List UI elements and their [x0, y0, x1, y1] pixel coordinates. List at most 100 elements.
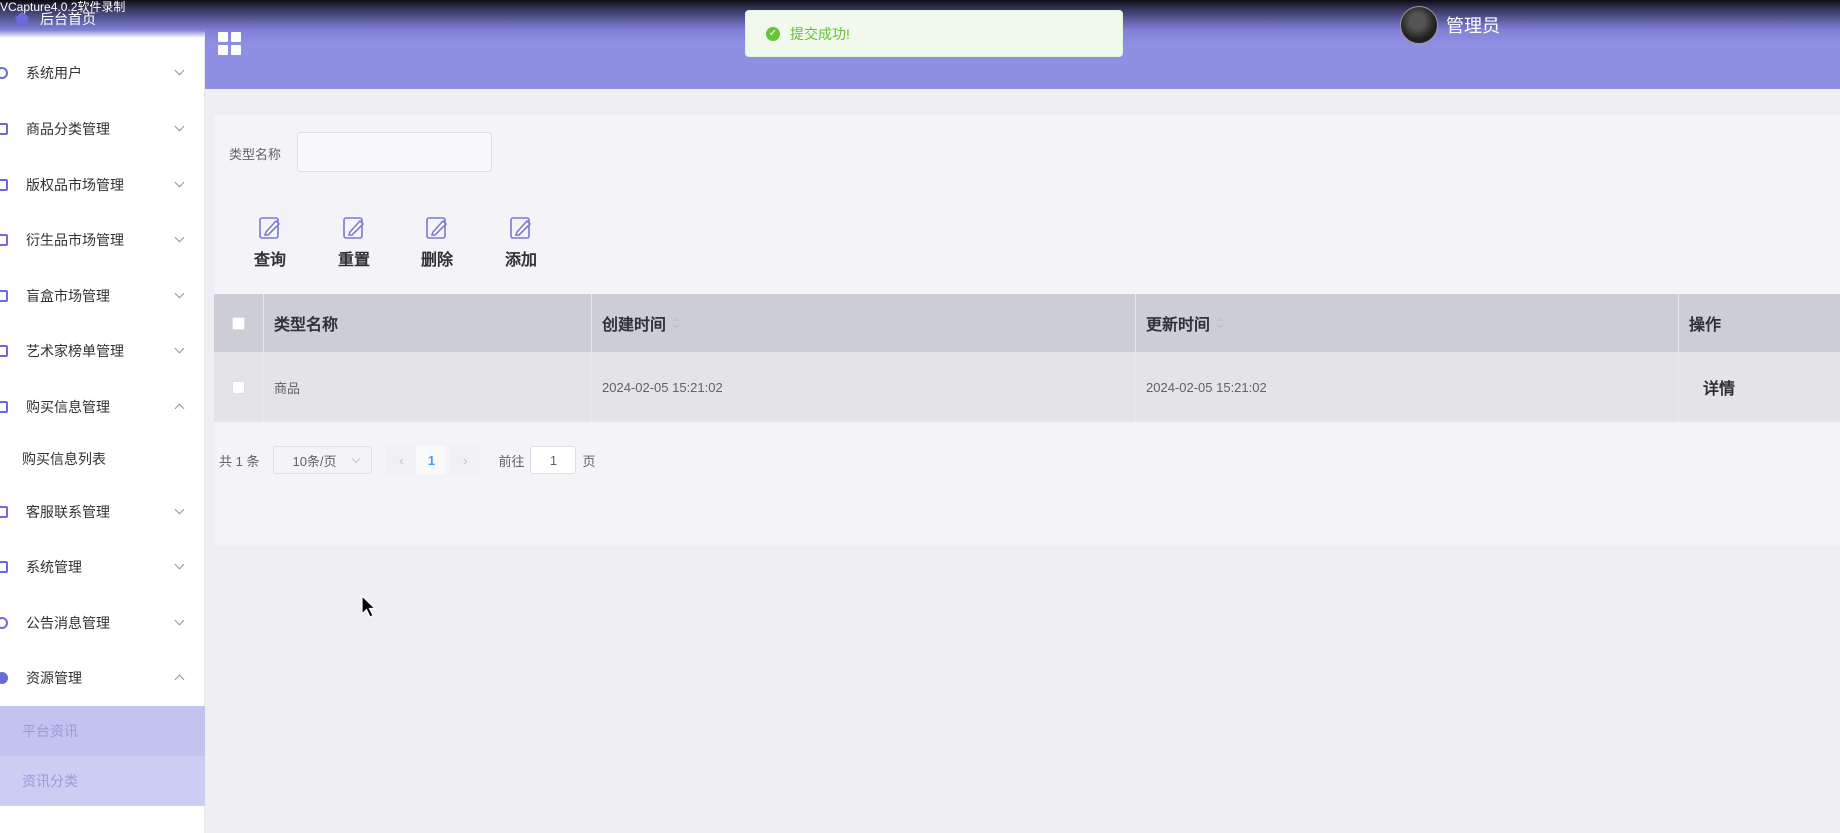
folder-icon — [0, 290, 8, 302]
goto-label: 前往 — [498, 453, 525, 469]
sort-icon[interactable] — [1216, 317, 1225, 329]
folder-icon — [0, 345, 8, 357]
admin-name: 管理员 — [1446, 16, 1500, 36]
cell-type-name: 商品 — [264, 352, 592, 422]
folder-icon — [0, 401, 8, 413]
select-all-cell — [214, 294, 264, 352]
toast-message: 提交成功! — [790, 25, 850, 42]
sidebar-item-label: 盲盒市场管理 — [26, 288, 110, 304]
add-button[interactable]: 添加 — [496, 216, 546, 269]
goto-page-input[interactable]: 1 — [530, 446, 577, 474]
chevron-up-icon — [174, 403, 185, 414]
menu-grid-icon[interactable] — [218, 32, 242, 56]
sidebar: 后台首页 系统用户 商品分类管理 版权品市场管理 衍生品市场管理 盲盒市场管理 … — [0, 0, 205, 833]
recorder-watermark: VCapture4.0.2软件录制 — [0, 0, 126, 14]
sidebar-item-label: 资讯分类 — [22, 773, 78, 789]
prev-page-button[interactable]: ‹ — [386, 446, 417, 474]
column-header-label: 更新时间 — [1146, 317, 1211, 334]
pagination: 共 1 条 10条/页 ‹ 1 › 前往 1 页 — [219, 446, 596, 474]
table-header: 类型名称 创建时间 更新时间 操作 — [214, 294, 1840, 352]
bulb-icon — [0, 672, 8, 684]
sidebar-item-resources[interactable]: 资源管理 — [0, 658, 205, 698]
sidebar-item-label: 艺术家榜单管理 — [26, 343, 124, 359]
mouse-cursor-icon — [361, 595, 377, 618]
edit-icon — [426, 217, 448, 239]
info-icon — [0, 617, 8, 629]
edit-icon — [259, 217, 281, 239]
page-size-value: 10条/页 — [292, 453, 337, 469]
sidebar-item-system-management[interactable]: 系统管理 — [0, 547, 205, 587]
chevron-down-icon — [174, 232, 185, 243]
sidebar-subitem-news-category[interactable]: 资讯分类 — [0, 756, 205, 806]
column-header-label: 创建时间 — [602, 317, 667, 334]
sidebar-item-label: 购买信息管理 — [26, 399, 110, 415]
user-menu[interactable]: 管理员 — [1400, 6, 1500, 44]
sidebar-item-label: 版权品市场管理 — [26, 177, 124, 193]
detail-button[interactable]: 详情 — [1703, 375, 1735, 399]
query-label: 查询 — [253, 252, 286, 269]
sidebar-item-blindbox-market[interactable]: 盲盒市场管理 — [0, 276, 205, 316]
row-checkbox[interactable] — [232, 380, 245, 394]
table-row: 商品 2024-02-05 15:21:02 2024-02-05 15:21:… — [214, 352, 1840, 422]
sidebar-item-label: 系统管理 — [26, 559, 82, 575]
chevron-down-icon — [174, 615, 185, 626]
column-header-updated[interactable]: 更新时间 — [1136, 294, 1679, 352]
chevron-down-icon — [174, 177, 185, 188]
chevron-down-icon — [174, 65, 185, 76]
sidebar-item-artist-ranking[interactable]: 艺术家榜单管理 — [0, 331, 205, 371]
sidebar-item-label: 公告消息管理 — [26, 615, 110, 631]
sidebar-item-copyright-market[interactable]: 版权品市场管理 — [0, 165, 205, 205]
sidebar-item-category[interactable]: 商品分类管理 — [0, 109, 205, 149]
chevron-down-icon — [174, 559, 185, 570]
sidebar-item-announcements[interactable]: 公告消息管理 — [0, 603, 205, 643]
chevron-down-icon — [352, 454, 361, 464]
sidebar-item-label: 衍生品市场管理 — [26, 232, 124, 248]
sidebar-item-label: 资源管理 — [26, 670, 82, 686]
chevron-left-icon: ‹ — [399, 452, 404, 468]
success-toast: ✓ 提交成功! — [745, 10, 1123, 57]
chevron-down-icon — [174, 288, 185, 299]
avatar — [1400, 6, 1438, 44]
reset-label: 重置 — [337, 252, 370, 269]
total-count: 共 1 条 — [219, 453, 260, 469]
folder-icon — [0, 179, 8, 191]
cell-actions: 详情 — [1679, 352, 1840, 422]
page-size-select[interactable]: 10条/页 — [273, 446, 373, 474]
folder-icon — [0, 123, 8, 135]
sidebar-item-label: 客服联系管理 — [26, 504, 110, 520]
delete-button[interactable]: 删除 — [412, 216, 462, 269]
column-header-type-name: 类型名称 — [264, 294, 592, 352]
column-header-created[interactable]: 创建时间 — [592, 294, 1136, 352]
chevron-down-icon — [174, 504, 185, 515]
sidebar-item-label: 购买信息列表 — [22, 451, 106, 467]
cell-updated: 2024-02-05 15:21:02 — [1136, 352, 1679, 422]
edit-icon — [510, 217, 532, 239]
sort-icon[interactable] — [672, 317, 681, 329]
reset-button[interactable]: 重置 — [329, 216, 379, 269]
column-header-label: 类型名称 — [274, 317, 339, 334]
next-page-button[interactable]: › — [450, 446, 481, 474]
checkbox-icon — [0, 561, 8, 573]
sidebar-item-customer-service[interactable]: 客服联系管理 — [0, 492, 205, 532]
row-select-cell — [214, 352, 264, 422]
user-icon — [0, 67, 8, 79]
sidebar-item-derivative-market[interactable]: 衍生品市场管理 — [0, 220, 205, 260]
page-number-current[interactable]: 1 — [416, 446, 447, 474]
sidebar-item-label: 系统用户 — [26, 65, 82, 81]
type-name-input[interactable] — [297, 132, 492, 172]
sidebar-subitem-purchase-list[interactable]: 购买信息列表 — [0, 434, 205, 484]
chevron-up-icon — [174, 674, 185, 685]
check-circle-icon: ✓ — [766, 26, 780, 41]
column-header-actions: 操作 — [1679, 294, 1840, 352]
column-header-label: 操作 — [1689, 317, 1722, 334]
sidebar-subitem-platform-news[interactable]: 平台资讯 — [0, 706, 205, 756]
folder-icon — [0, 506, 8, 518]
sidebar-item-purchase-info[interactable]: 购买信息管理 — [0, 387, 205, 427]
cell-created: 2024-02-05 15:21:02 — [592, 352, 1136, 422]
chevron-down-icon — [174, 121, 185, 132]
search-label: 类型名称 — [229, 147, 282, 162]
select-all-checkbox[interactable] — [232, 316, 245, 330]
chevron-down-icon — [174, 343, 185, 354]
query-button[interactable]: 查询 — [245, 216, 295, 269]
sidebar-item-system-users[interactable]: 系统用户 — [0, 53, 205, 93]
